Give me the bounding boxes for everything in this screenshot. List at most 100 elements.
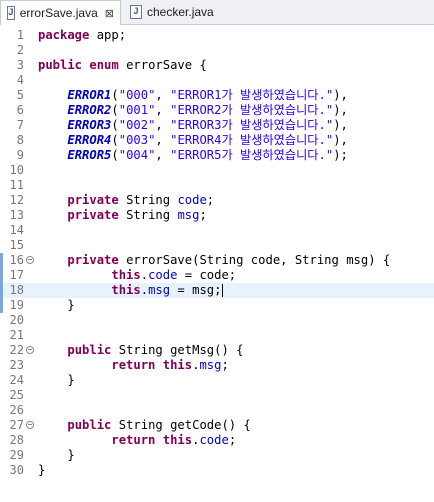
code-line[interactable]: 1 package app; [0,28,434,43]
line-number: 28 [9,433,24,447]
code-line[interactable]: 11 [0,178,434,193]
close-tab-icon[interactable]: ⊠ [105,7,114,20]
code-line[interactable]: 13 private String msg; [0,208,434,223]
line-number: 29 [9,448,24,462]
code-line[interactable]: 20 [0,313,434,328]
line-number: 30 [9,463,24,477]
code-line[interactable]: 25 [0,388,434,403]
code-token: , [155,133,171,147]
code-token: "ERROR2가 발생하였습니다." [170,103,334,117]
code-line[interactable]: 21 [0,328,434,343]
code-token: , [155,148,171,162]
code-line[interactable]: 4 [0,73,434,88]
code-token: "ERROR3가 발생하였습니다." [170,118,334,132]
code-token: } [38,448,75,462]
code-token: . [140,283,149,297]
line-number: 25 [9,388,24,402]
code-token: "000" [118,88,156,102]
line-number: 24 [9,373,24,387]
code-text: return this.msg; [38,358,229,373]
code-token: "ERROR5가 발생하였습니다." [170,148,334,162]
code-token: } [38,373,75,387]
code-line[interactable]: 27− public String getCode() { [0,418,434,433]
code-line[interactable]: 22− public String getMsg() { [0,343,434,358]
code-token: this [111,283,141,297]
code-text: public enum errorSave { [38,58,207,73]
code-line[interactable]: 12 private String code; [0,193,434,208]
code-token: ( [111,118,119,132]
code-token: "003" [118,133,156,147]
code-token: ; [221,358,229,372]
fold-toggle-icon[interactable]: − [26,346,34,354]
code-line[interactable]: 9 ERROR5("004", "ERROR5가 발생하였습니다."); [0,148,434,163]
code-line[interactable]: 17 this.code = code; [0,268,434,283]
code-line[interactable]: 2 [0,43,434,58]
code-token: ; [199,208,207,222]
code-token: "ERROR1가 발생하였습니다." [170,88,334,102]
code-line[interactable]: 5 ERROR1("000", "ERROR1가 발생하였습니다."), [0,88,434,103]
line-number: 9 [16,148,24,162]
line-number: 18 [9,283,24,297]
code-line[interactable]: 14 [0,223,434,238]
code-text: } [38,298,74,313]
java-file-icon: J [130,4,142,19]
code-line[interactable]: 29 } [0,448,434,463]
code-token: String getCode() { [111,418,251,432]
line-number: 19 [9,298,24,312]
tab-checker-java[interactable]: J checker.java [124,0,234,23]
code-editor[interactable]: 1 package app; 2 3 public enum errorSave {4 5… [0,25,434,502]
code-line[interactable]: 30} [0,463,434,478]
code-token: , [155,88,171,102]
tab-errorsave-java[interactable]: J errorSave.java ⊠ [0,0,121,25]
code-token: public [67,418,112,432]
code-line[interactable]: 10 [0,163,434,178]
line-number: 12 [9,193,24,207]
line-number: 2 [16,43,24,57]
code-text: return this.code; [38,433,236,448]
code-token: String getMsg() { [111,343,244,357]
code-token: ), [333,118,348,132]
code-line[interactable]: 23 return this.msg; [0,358,434,373]
code-line[interactable]: 26 [0,403,434,418]
line-number: 5 [16,88,24,102]
code-line[interactable]: 24 } [0,373,434,388]
java-file-icon: J [7,6,15,20]
code-line[interactable]: 8 ERROR4("003", "ERROR4가 발생하였습니다."), [0,133,434,148]
code-token: errorSave(String code, String msg) { [118,253,391,267]
code-line[interactable]: 15 [0,238,434,253]
code-token: ( [111,103,119,117]
code-text: ERROR2("001", "ERROR2가 발생하였습니다."), [38,103,348,118]
code-token: public [67,343,112,357]
line-number: 15 [9,238,24,252]
code-text: public String getMsg() { [38,343,243,358]
code-token: ), [333,133,348,147]
line-number: 4 [16,73,24,87]
code-text: } [38,448,75,463]
code-line[interactable]: 7 ERROR3("002", "ERROR3가 발생하였습니다."), [0,118,434,133]
code-text: } [38,373,75,388]
text-caret [222,284,224,297]
code-line[interactable]: 18 this.msg = msg; [0,283,434,298]
code-text: } [38,463,45,478]
code-line[interactable]: 16− private errorSave(String code, Strin… [0,253,434,268]
code-line[interactable]: 19 } [0,298,434,313]
code-token: "ERROR4가 발생하였습니다." [170,133,334,147]
code-text: private errorSave(String code, String ms… [38,253,390,268]
line-number: 17 [9,268,24,282]
code-token: ( [111,133,119,147]
change-marker [0,253,3,313]
code-line[interactable]: 3 public enum errorSave { [0,58,434,73]
code-line[interactable]: 6 ERROR2("001", "ERROR2가 발생하였습니다."), [0,103,434,118]
fold-toggle-icon[interactable]: − [26,256,34,264]
line-number: 8 [16,133,24,147]
line-number: 16 [9,253,24,267]
code-line[interactable]: 28 return this.code; [0,433,434,448]
fold-toggle-icon[interactable]: − [26,421,34,429]
code-text: ERROR1("000", "ERROR1가 발생하였습니다."), [38,88,348,103]
